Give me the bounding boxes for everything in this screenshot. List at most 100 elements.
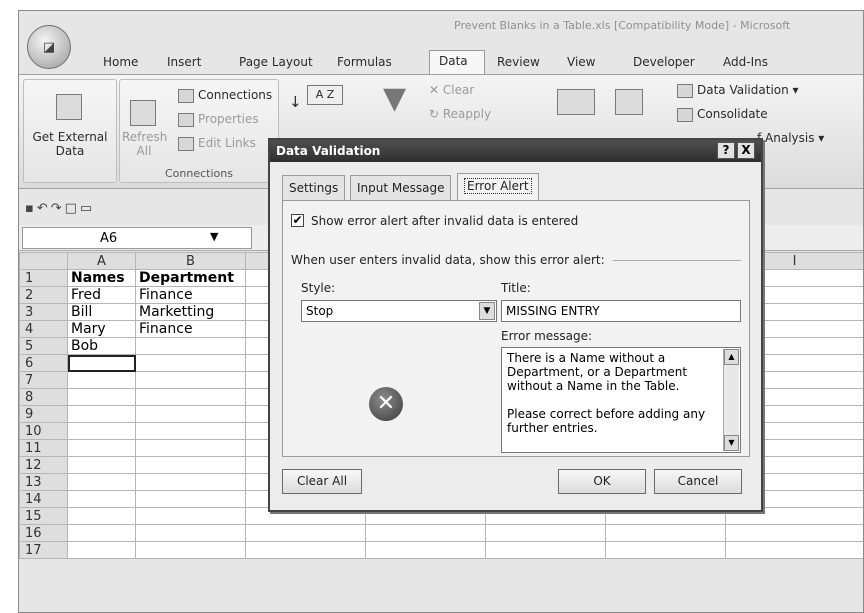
row-header[interactable]: 7: [19, 371, 68, 389]
error-message-scrollbar[interactable]: ▲ ▼: [723, 349, 739, 451]
tab-view[interactable]: View: [553, 51, 623, 75]
row-header[interactable]: 3: [19, 303, 68, 321]
row-header[interactable]: 4: [19, 320, 68, 338]
tab-input-message[interactable]: Input Message: [350, 175, 452, 200]
scroll-down-icon[interactable]: ▼: [724, 435, 739, 451]
data-validation-button[interactable]: Data Validation ▾: [677, 83, 799, 98]
grid-cell[interactable]: [365, 541, 486, 559]
cell-a6[interactable]: [67, 354, 136, 372]
column-header-a[interactable]: A: [67, 252, 136, 270]
refresh-all-button[interactable]: Refresh All: [122, 130, 167, 158]
cell-a10[interactable]: [67, 422, 136, 440]
cell-a8[interactable]: [67, 388, 136, 406]
clear-all-button[interactable]: Clear All: [282, 469, 362, 494]
row-header[interactable]: 6: [19, 354, 68, 372]
cell-a12[interactable]: [67, 456, 136, 474]
select-all-corner[interactable]: [19, 252, 68, 270]
tab-settings[interactable]: Settings: [282, 175, 346, 200]
cell-a4[interactable]: Mary: [67, 320, 136, 338]
cell-a15[interactable]: [67, 507, 136, 525]
grid-cell[interactable]: [605, 524, 726, 542]
title-input[interactable]: MISSING ENTRY: [501, 300, 741, 322]
cell-b10[interactable]: [135, 422, 246, 440]
row-header[interactable]: 15: [19, 507, 68, 525]
row-header[interactable]: 12: [19, 456, 68, 474]
column-header-b[interactable]: B: [135, 252, 246, 270]
cancel-button[interactable]: Cancel: [654, 469, 742, 494]
get-external-data-button[interactable]: Get External Data: [26, 130, 114, 158]
sort-button[interactable]: A Z: [307, 85, 343, 105]
cell-b11[interactable]: [135, 439, 246, 457]
open-icon[interactable]: ▭: [80, 201, 95, 216]
filter-icon[interactable]: ▼: [383, 81, 406, 116]
cell-b3[interactable]: Marketting: [135, 303, 246, 321]
grid-cell[interactable]: [485, 524, 606, 542]
row-header[interactable]: 13: [19, 473, 68, 491]
tab-review[interactable]: Review: [485, 51, 553, 75]
row-header[interactable]: 10: [19, 422, 68, 440]
grid-cell[interactable]: [725, 524, 863, 542]
connections-button[interactable]: Connections: [178, 88, 272, 103]
sort-ascending-icon[interactable]: ↓: [289, 93, 302, 111]
cell-b1[interactable]: Department: [135, 269, 246, 287]
cell-a17[interactable]: [67, 541, 136, 559]
tab-data[interactable]: Data: [429, 50, 485, 75]
grid-cell[interactable]: [485, 541, 606, 559]
cell-b15[interactable]: [135, 507, 246, 525]
row-header[interactable]: 14: [19, 490, 68, 508]
cell-a5[interactable]: Bob: [67, 337, 136, 355]
scroll-up-icon[interactable]: ▲: [724, 349, 739, 365]
ok-button[interactable]: OK: [558, 469, 646, 494]
style-select[interactable]: Stop ▼: [301, 300, 497, 322]
grid-cell[interactable]: [245, 541, 366, 559]
text-to-columns-icon[interactable]: [557, 89, 595, 115]
undo-icon[interactable]: ↶: [37, 201, 51, 216]
cell-b6[interactable]: [135, 354, 246, 372]
grid-cell[interactable]: [725, 541, 863, 559]
cell-b5[interactable]: [135, 337, 246, 355]
tab-home[interactable]: Home: [103, 51, 167, 75]
cell-a11[interactable]: [67, 439, 136, 457]
cell-a14[interactable]: [67, 490, 136, 508]
reapply-button[interactable]: ↻ Reapply: [429, 107, 491, 121]
tab-page-layout[interactable]: Page Layout: [239, 51, 337, 75]
row-header[interactable]: 1: [19, 269, 68, 287]
tab-developer[interactable]: Developer: [623, 51, 715, 75]
new-icon[interactable]: □: [65, 201, 80, 216]
cell-b4[interactable]: Finance: [135, 320, 246, 338]
help-button[interactable]: ?: [717, 142, 735, 159]
cell-b2[interactable]: Finance: [135, 286, 246, 304]
cell-a7[interactable]: [67, 371, 136, 389]
cell-b16[interactable]: [135, 524, 246, 542]
cell-b13[interactable]: [135, 473, 246, 491]
row-header[interactable]: 17: [19, 541, 68, 559]
consolidate-button[interactable]: Consolidate: [677, 107, 768, 122]
remove-duplicates-icon[interactable]: [615, 89, 643, 115]
tab-add-ins[interactable]: Add-Ins: [715, 51, 785, 75]
cell-a13[interactable]: [67, 473, 136, 491]
cell-b14[interactable]: [135, 490, 246, 508]
office-button[interactable]: ◪: [27, 25, 71, 69]
tab-formulas[interactable]: Formulas: [337, 51, 429, 75]
row-header[interactable]: 9: [19, 405, 68, 423]
close-button[interactable]: X: [737, 142, 755, 159]
name-box[interactable]: A6 ▼: [22, 227, 252, 249]
row-header[interactable]: 16: [19, 524, 68, 542]
cell-a16[interactable]: [67, 524, 136, 542]
grid-cell[interactable]: [365, 524, 486, 542]
cell-b7[interactable]: [135, 371, 246, 389]
cell-a2[interactable]: Fred: [67, 286, 136, 304]
row-header[interactable]: 5: [19, 337, 68, 355]
cell-b9[interactable]: [135, 405, 246, 423]
cell-a1[interactable]: Names: [67, 269, 136, 287]
tab-insert[interactable]: Insert: [167, 51, 239, 75]
show-alert-checkbox[interactable]: ✔: [291, 214, 304, 227]
redo-icon[interactable]: ↷: [51, 201, 65, 216]
name-box-dropdown-icon[interactable]: ▼: [210, 230, 218, 243]
grid-cell[interactable]: [245, 524, 366, 542]
row-header[interactable]: 2: [19, 286, 68, 304]
what-if-analysis-button[interactable]: f Analysis ▾: [757, 131, 824, 145]
edit-links-button[interactable]: Edit Links: [178, 136, 256, 151]
cell-a9[interactable]: [67, 405, 136, 423]
cell-a3[interactable]: Bill: [67, 303, 136, 321]
